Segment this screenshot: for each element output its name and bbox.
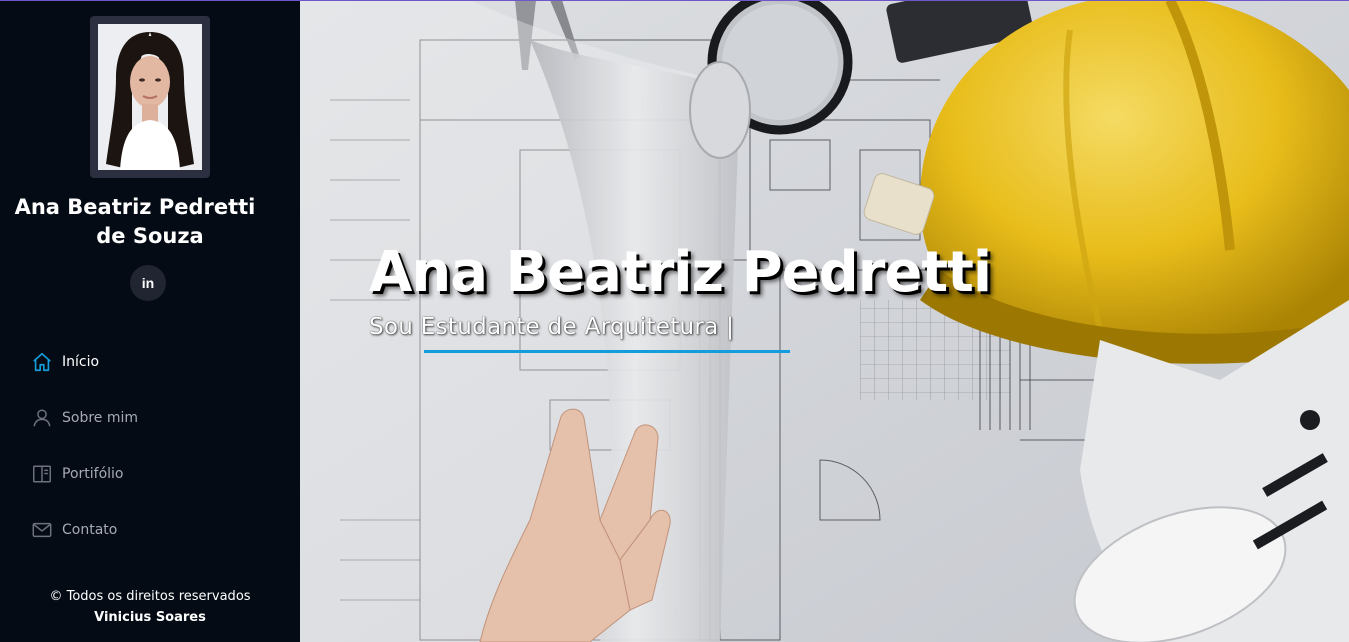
profile-name-line1: Ana Beatriz Pedretti [14, 195, 256, 219]
nav-item-sobre-mim[interactable]: Sobre mim [30, 390, 270, 446]
hero-title: Ana Beatriz Pedretti [369, 240, 992, 305]
main-nav: Início Sobre mim Portifólio Contato [30, 334, 270, 558]
nav-item-label: Sobre mim [62, 410, 139, 426]
hero-section: Ana Beatriz Pedretti Sou Estudante de Ar… [300, 0, 1349, 642]
envelope-icon [30, 518, 54, 542]
profile-photo [98, 24, 202, 170]
person-icon [30, 406, 54, 430]
nav-item-portifolio[interactable]: Portifólio [30, 446, 270, 502]
credit-text: Vinicius Soares [94, 610, 206, 625]
sidebar: Ana Beatriz Pedretti de Souza in Início … [0, 0, 300, 642]
nav-item-contato[interactable]: Contato [30, 502, 270, 558]
nav-item-inicio[interactable]: Início [30, 334, 270, 390]
nav-item-label: Início [62, 354, 100, 370]
hero-subtitle: Sou Estudante de Arquitetura | [369, 314, 735, 340]
footer: © Todos os direitos reservados Vinicius … [0, 586, 300, 628]
nav-item-label: Contato [62, 522, 118, 538]
hero-subtitle-underline [424, 350, 790, 353]
linkedin-button[interactable]: in [130, 265, 166, 301]
linkedin-icon: in [141, 275, 155, 291]
nav-item-label: Portifólio [62, 466, 124, 482]
profile-name-line2: de Souza [96, 224, 204, 248]
portfolio-icon [30, 462, 54, 486]
home-icon [30, 350, 54, 374]
copyright-text: © Todos os direitos reservados [49, 589, 251, 604]
profile-name: Ana Beatriz Pedretti de Souza [0, 193, 300, 251]
top-accent-line [0, 0, 1349, 1]
profile-photo-frame [90, 16, 210, 178]
